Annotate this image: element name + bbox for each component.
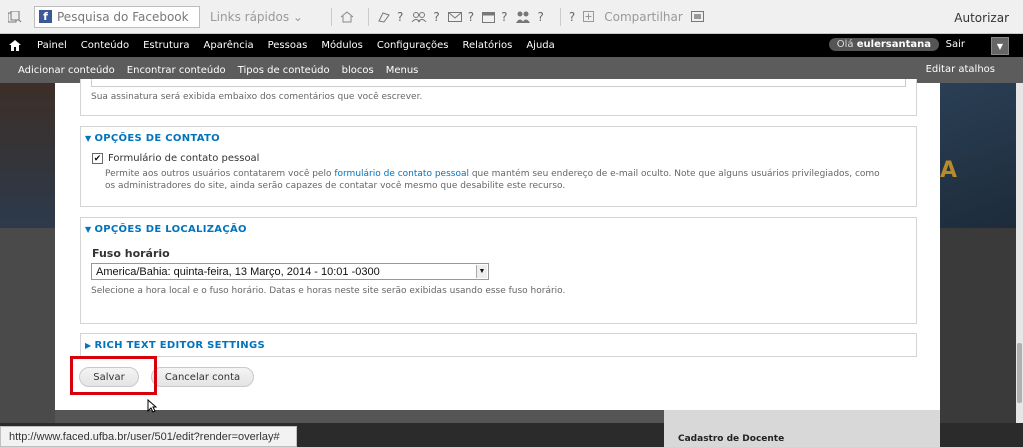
authorize-button[interactable]: Autorizar xyxy=(954,11,1009,25)
shortcuts-toggle-button[interactable]: ▼ xyxy=(991,37,1009,55)
contact-desc-text: Permite aos outros usuários contatarem v… xyxy=(105,169,335,179)
facebook-search-input[interactable] xyxy=(57,9,197,24)
home-icon[interactable] xyxy=(340,10,354,23)
banner-art: A xyxy=(940,158,958,183)
contact-form-checkbox[interactable]: ✔ xyxy=(92,153,103,164)
divider xyxy=(330,7,332,26)
collapse-triangle-icon: ▼ xyxy=(85,134,92,143)
edit-shortcuts-link[interactable]: Editar atalhos xyxy=(926,64,995,75)
logout-link[interactable]: Sair xyxy=(946,39,965,50)
toolbar-menu-icon[interactable] xyxy=(8,10,22,23)
calendar-icon[interactable] xyxy=(482,11,496,23)
contact-form-checkbox-label[interactable]: Formulário de contato pessoal xyxy=(108,153,259,164)
facebook-search-field[interactable]: f xyxy=(34,5,200,28)
friends-icon[interactable] xyxy=(411,11,427,23)
groups-count: ? xyxy=(537,9,544,24)
share-button[interactable]: Compartilhar xyxy=(604,10,683,24)
background-banner-left xyxy=(0,83,55,228)
menu-item-relatorios[interactable]: Relatórios xyxy=(456,40,520,51)
locale-options-fieldset: ▼ OPÇÕES DE LOCALIZAÇÃO Fuso horário Ame… xyxy=(80,217,917,324)
scrollbar-thumb[interactable] xyxy=(1017,343,1022,403)
facebook-toolbar: f Links rápidos ⌄ ? ? ? ? ? ? Compartilh… xyxy=(0,0,1023,34)
timezone-label: Fuso horário xyxy=(92,247,170,260)
menu-item-pessoas[interactable]: Pessoas xyxy=(261,40,315,51)
screen-icon[interactable] xyxy=(690,11,704,22)
groups-icon[interactable] xyxy=(515,11,531,23)
chevron-down-icon: ▼ xyxy=(996,41,1004,51)
contact-options-title: OPÇÕES DE CONTATO xyxy=(94,133,220,144)
quick-links-label: Links rápidos xyxy=(210,9,290,24)
browser-status-bar: http://www.faced.ufba.br/user/501/edit?r… xyxy=(0,426,297,447)
divider xyxy=(367,7,369,26)
locale-options-title: OPÇÕES DE LOCALIZAÇÃO xyxy=(94,224,247,235)
mail-icon[interactable] xyxy=(447,11,462,22)
background-block-title: Cadastro de Docente xyxy=(678,434,785,444)
admin-toolbar: Painel Conteúdo Estrutura Aparência Pess… xyxy=(0,34,1023,57)
menu-item-painel[interactable]: Painel xyxy=(30,40,74,51)
expand-triangle-icon: ▶ xyxy=(85,341,92,350)
shortcut-add-content[interactable]: Adicionar conteúdo xyxy=(12,65,121,76)
rich-text-editor-fieldset: ▶ RICH TEXT EDITOR SETTINGS xyxy=(80,333,917,357)
user-edit-overlay: Sua assinatura será exibida embaixo dos … xyxy=(55,79,940,410)
shortcut-blocks[interactable]: blocos xyxy=(336,65,380,76)
shortcut-find-content[interactable]: Encontrar conteúdo xyxy=(121,65,232,76)
rich-text-editor-title: RICH TEXT EDITOR SETTINGS xyxy=(94,340,265,351)
greeting-text: Olá xyxy=(836,39,854,50)
menu-item-conteudo[interactable]: Conteúdo xyxy=(74,40,136,51)
background-page-left-body xyxy=(0,228,55,423)
timezone-description: Selecione a hora local e o fuso horário.… xyxy=(91,286,566,296)
chevron-down-icon: ⌄ xyxy=(292,9,303,24)
friends-count: ? xyxy=(433,9,440,24)
mouse-cursor-icon xyxy=(147,399,157,413)
menu-item-configuracoes[interactable]: Configurações xyxy=(370,40,456,51)
page-scrollbar[interactable] xyxy=(1016,83,1023,423)
quick-links-dropdown[interactable]: Links rápidos ⌄ xyxy=(210,10,303,24)
locale-options-legend[interactable]: ▼ OPÇÕES DE LOCALIZAÇÃO xyxy=(85,224,247,235)
facebook-logo-icon: f xyxy=(39,10,52,23)
signature-fieldset: Sua assinatura será exibida embaixo dos … xyxy=(80,79,917,116)
menu-item-aparencia[interactable]: Aparência xyxy=(197,40,261,51)
menu-item-ajuda[interactable]: Ajuda xyxy=(519,40,561,51)
mail-count: ? xyxy=(467,9,475,24)
home-icon[interactable] xyxy=(0,40,30,51)
dropdown-arrow-icon[interactable]: ▼ xyxy=(476,265,487,278)
menu-item-estrutura[interactable]: Estrutura xyxy=(136,40,196,51)
background-banner-right: A xyxy=(940,83,1016,228)
status-icon[interactable] xyxy=(377,11,391,23)
save-button-highlight xyxy=(70,356,157,395)
help-icon[interactable]: ? xyxy=(569,10,575,24)
contact-options-legend[interactable]: ▼ OPÇÕES DE CONTATO xyxy=(85,133,220,144)
contact-form-description: Permite aos outros usuários contatarem v… xyxy=(105,168,885,192)
rich-text-editor-legend[interactable]: ▶ RICH TEXT EDITOR SETTINGS xyxy=(85,340,265,351)
timezone-value: America/Bahia: quinta-feira, 13 Março, 2… xyxy=(96,265,380,278)
collapse-triangle-icon: ▼ xyxy=(85,225,92,234)
divider xyxy=(559,7,561,26)
background-sidebar-block: Cadastro de Docente xyxy=(664,410,940,447)
contact-form-link[interactable]: formulário de contato pessoal xyxy=(334,169,469,179)
username: eulersantana xyxy=(856,39,931,50)
status-count: ? xyxy=(396,9,404,24)
signature-textarea[interactable] xyxy=(91,79,906,87)
user-badge[interactable]: Olá eulersantana xyxy=(828,38,939,51)
share-icon[interactable] xyxy=(583,11,595,22)
events-count: ? xyxy=(501,9,508,24)
contact-form-checkbox-row[interactable]: ✔ Formulário de contato pessoal xyxy=(92,153,259,164)
contact-options-fieldset: ▼ OPÇÕES DE CONTATO ✔ Formulário de cont… xyxy=(80,126,917,207)
timezone-select[interactable]: America/Bahia: quinta-feira, 13 Março, 2… xyxy=(91,263,489,280)
menu-item-modulos[interactable]: Módulos xyxy=(314,40,370,51)
shortcut-content-types[interactable]: Tipos de conteúdo xyxy=(232,65,336,76)
signature-description: Sua assinatura será exibida embaixo dos … xyxy=(91,92,423,102)
shortcut-menus[interactable]: Menus xyxy=(380,65,425,76)
cancel-account-button[interactable]: Cancelar conta xyxy=(151,367,254,387)
